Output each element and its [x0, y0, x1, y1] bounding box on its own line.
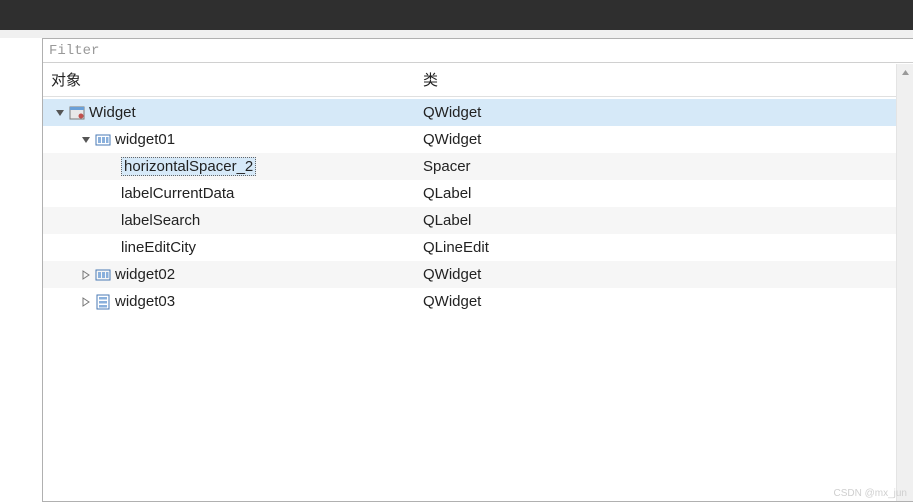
- tree-row-widget01[interactable]: widget01 QWidget: [43, 126, 913, 153]
- class-name-label: QWidget: [419, 131, 913, 148]
- object-name-label: widget03: [115, 293, 175, 310]
- object-name-label: widget01: [115, 131, 175, 148]
- layout-vertical-icon: [95, 294, 111, 310]
- header-object[interactable]: 对象: [43, 69, 419, 90]
- object-name-label: horizontalSpacer_2: [121, 157, 256, 176]
- class-name-label: Spacer: [419, 158, 913, 175]
- class-name-label: QLabel: [419, 212, 913, 229]
- object-name-label: labelSearch: [121, 212, 200, 229]
- scroll-up-icon[interactable]: [897, 64, 913, 81]
- object-tree[interactable]: Widget QWidget widget01 QWidget hori: [43, 97, 913, 315]
- layout-horizontal-icon: [95, 132, 111, 148]
- tree-row-labelsearch[interactable]: labelSearch QLabel: [43, 207, 913, 234]
- object-name-label: labelCurrentData: [121, 185, 234, 202]
- tree-row-widget02[interactable]: widget02 QWidget: [43, 261, 913, 288]
- layout-horizontal-icon: [95, 267, 111, 283]
- window-titlebar: [0, 0, 913, 30]
- object-name-label: widget02: [115, 266, 175, 283]
- class-name-label: QWidget: [419, 104, 913, 121]
- vertical-scrollbar[interactable]: [896, 64, 913, 501]
- tree-row-widget03[interactable]: widget03 QWidget: [43, 288, 913, 315]
- tree-header-row: 对象 类: [43, 63, 913, 97]
- collapse-arrow-icon[interactable]: [77, 266, 95, 284]
- class-name-label: QLabel: [419, 185, 913, 202]
- toolbar-gap: [0, 30, 913, 38]
- tree-row-lineeditcity[interactable]: lineEditCity QLineEdit: [43, 234, 913, 261]
- class-name-label: QWidget: [419, 266, 913, 283]
- expand-arrow-icon[interactable]: [77, 131, 95, 149]
- tree-row-horizontalspacer2[interactable]: horizontalSpacer_2 Spacer: [43, 153, 913, 180]
- object-name-label: lineEditCity: [121, 239, 196, 256]
- watermark-label: CSDN @mx_jun: [833, 488, 907, 499]
- header-class[interactable]: 类: [419, 69, 913, 90]
- tree-row-widget[interactable]: Widget QWidget: [43, 99, 913, 126]
- object-name-label: Widget: [89, 104, 136, 121]
- expand-arrow-icon[interactable]: [51, 104, 69, 122]
- object-inspector-panel: 对象 类 Widget QWidget: [42, 38, 913, 502]
- tree-row-labelcurrentdata[interactable]: labelCurrentData QLabel: [43, 180, 913, 207]
- widget-form-icon: [69, 105, 85, 121]
- filter-input[interactable]: [43, 39, 913, 63]
- class-name-label: QWidget: [419, 293, 913, 310]
- class-name-label: QLineEdit: [419, 239, 913, 256]
- collapse-arrow-icon[interactable]: [77, 293, 95, 311]
